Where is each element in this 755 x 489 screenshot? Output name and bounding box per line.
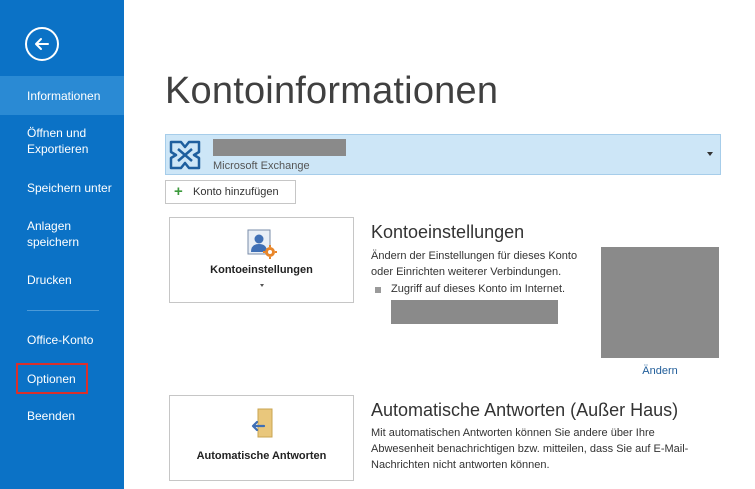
backstage-sidebar: Informationen Öffnen und Exportieren Spe… bbox=[0, 0, 124, 489]
account-settings-title: Kontoeinstellungen bbox=[371, 222, 525, 242]
sidebar-item-informationen[interactable]: Informationen bbox=[0, 76, 124, 115]
add-account-button[interactable]: + Konto hinzufügen bbox=[165, 180, 296, 204]
account-name-redacted bbox=[213, 139, 346, 156]
change-photo-link[interactable]: Ändern bbox=[601, 365, 719, 377]
auto-reply-title: Automatische Antworten (Außer Haus) bbox=[371, 400, 679, 420]
sidebar-item-label: Informationen bbox=[27, 89, 101, 103]
account-settings-description: Ändern der Einstellungen für dieses Kont… bbox=[371, 248, 577, 280]
sidebar-item-drucken[interactable]: Drucken bbox=[0, 272, 124, 288]
account-selector[interactable]: Microsoft Exchange bbox=[165, 134, 721, 175]
chevron-down-icon bbox=[707, 152, 713, 156]
auto-reply-icon bbox=[251, 408, 273, 438]
auto-reply-tile-label: Automatische Antworten bbox=[196, 450, 327, 462]
auto-reply-tile[interactable]: Automatische Antworten bbox=[169, 395, 354, 481]
sidebar-divider bbox=[27, 310, 99, 311]
account-settings-tile[interactable]: Kontoeinstellungen bbox=[169, 217, 354, 303]
sidebar-item-label: Öffnen und Exportieren bbox=[27, 126, 89, 156]
account-settings-icon bbox=[247, 229, 277, 259]
web-access-text: Zugriff auf dieses Konto im Internet. bbox=[391, 283, 566, 295]
exchange-icon bbox=[169, 140, 201, 170]
auto-reply-desc-line: Nachrichten nicht antworten können. bbox=[371, 459, 550, 471]
chevron-down-icon bbox=[260, 284, 264, 287]
plus-icon: + bbox=[174, 183, 183, 200]
sidebar-item-label: Speichern unter bbox=[27, 181, 112, 195]
sidebar-item-label: Office-Konto bbox=[27, 333, 94, 347]
sidebar-item-oeffnen-exportieren[interactable]: Öffnen und Exportieren bbox=[0, 125, 124, 157]
sidebar-item-label: Beenden bbox=[27, 409, 76, 423]
back-button[interactable] bbox=[25, 27, 59, 61]
account-settings-desc-line: Ändern der Einstellungen für dieses Kont… bbox=[371, 250, 578, 262]
avatar bbox=[601, 247, 719, 358]
web-access-url-redacted[interactable] bbox=[391, 300, 558, 324]
account-type: Microsoft Exchange bbox=[213, 160, 310, 172]
sidebar-item-label: Anlagen speichern bbox=[27, 219, 80, 249]
auto-reply-desc-line: Mit automatischen Antworten können Sie a… bbox=[371, 427, 655, 439]
sidebar-item-beenden[interactable]: Beenden bbox=[0, 408, 124, 424]
optionen-highlight-frame bbox=[16, 363, 88, 394]
bullet-icon bbox=[375, 287, 381, 293]
sidebar-item-office-konto[interactable]: Office-Konto bbox=[0, 332, 124, 348]
auto-reply-desc-line: Abwesenheit benachrichtigen bzw. mitteil… bbox=[371, 443, 689, 455]
add-account-label: Konto hinzufügen bbox=[193, 186, 279, 198]
sidebar-item-speichern-unter[interactable]: Speichern unter bbox=[0, 180, 124, 196]
arrow-left-icon bbox=[35, 38, 49, 50]
page-title: Kontoinformationen bbox=[165, 70, 499, 112]
sidebar-item-label: Drucken bbox=[27, 273, 72, 287]
auto-reply-description: Mit automatischen Antworten können Sie a… bbox=[371, 425, 688, 473]
account-settings-tile-label: Kontoeinstellungen bbox=[210, 264, 313, 276]
account-settings-desc-line: oder Einrichten weiterer Verbindungen. bbox=[371, 266, 562, 278]
sidebar-item-anlagen-speichern[interactable]: Anlagen speichern bbox=[0, 218, 124, 250]
